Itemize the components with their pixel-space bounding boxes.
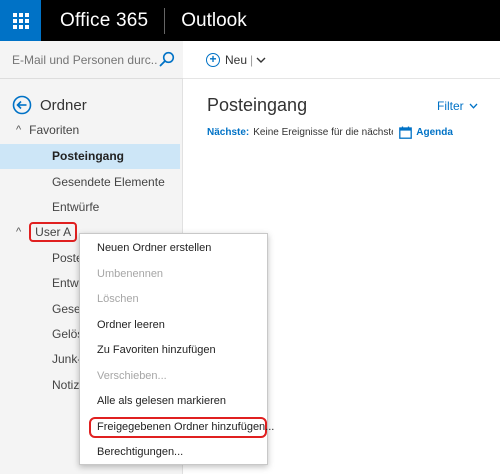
filter-label: Filter — [437, 99, 464, 113]
agenda-button[interactable]: Agenda — [399, 126, 453, 139]
menu-item-empty-folder[interactable]: Ordner leeren — [97, 319, 165, 331]
back-arrow-icon[interactable] — [12, 95, 32, 115]
menu-item-move[interactable]: Verschieben... — [97, 370, 167, 382]
chevron-down-icon — [469, 103, 478, 109]
new-button-separator: | — [250, 52, 254, 67]
menu-item-add-to-favorites[interactable]: Zu Favoriten hinzufügen — [97, 344, 216, 356]
suite-divider — [164, 7, 166, 34]
brand-title[interactable]: Office 365 — [60, 10, 148, 32]
chevron-up-icon[interactable]: ^ — [16, 226, 21, 238]
chevron-up-icon[interactable]: ^ — [16, 124, 21, 136]
menu-item-new-folder[interactable]: Neuen Ordner erstellen — [97, 242, 211, 254]
account-group-header[interactable]: ^ User A — [16, 222, 78, 242]
favorites-group-header[interactable]: ^ Favoriten — [16, 123, 79, 137]
folders-title: Ordner — [40, 96, 87, 114]
next-events-text: Keine Ereignisse für die nächsten zwei — [253, 127, 393, 138]
menu-item-rename[interactable]: Umbenennen — [97, 268, 163, 280]
menu-item-delete[interactable]: Löschen — [97, 293, 139, 305]
favorites-label: Favoriten — [29, 123, 80, 137]
favorite-item-inbox[interactable]: Posteingang — [0, 144, 180, 169]
plus-circle-icon: + — [206, 52, 220, 67]
search-input[interactable] — [12, 51, 157, 69]
new-button-label: Neu — [225, 52, 248, 67]
app-launcher-button[interactable] — [0, 0, 41, 41]
new-button[interactable]: + Neu | — [206, 52, 266, 67]
waffle-icon — [12, 12, 29, 29]
menu-item-add-shared-folder[interactable]: Freigegebenen Ordner hinzufügen... — [97, 421, 274, 433]
next-label: Nächste: — [207, 127, 250, 138]
page-title: Posteingang — [207, 95, 308, 115]
suite-bar: Office 365 Outlook — [0, 0, 500, 41]
favorite-item-drafts[interactable]: Entwürfe — [0, 195, 180, 220]
menu-item-mark-all-read[interactable]: Alle als gelesen markieren — [97, 395, 226, 407]
filter-button[interactable]: Filter — [437, 99, 478, 113]
search-icon[interactable] — [159, 51, 175, 67]
menu-item-permissions[interactable]: Berechtigungen... — [97, 446, 183, 458]
favorite-item-sent[interactable]: Gesendete Elemente — [0, 170, 180, 195]
app-title[interactable]: Outlook — [181, 10, 246, 32]
search-box — [0, 41, 183, 79]
account-label[interactable]: User A — [29, 222, 78, 242]
upcoming-events-bar: Nächste: Keine Ereignisse für die nächst… — [207, 126, 497, 139]
folders-header[interactable]: Ordner — [12, 95, 87, 115]
calendar-icon — [399, 126, 413, 139]
agenda-label: Agenda — [416, 127, 453, 138]
chevron-down-icon[interactable] — [256, 56, 266, 64]
folder-context-menu: Neuen Ordner erstellen Umbenennen Lösche… — [79, 233, 274, 465]
command-bar: + Neu | — [183, 41, 500, 79]
